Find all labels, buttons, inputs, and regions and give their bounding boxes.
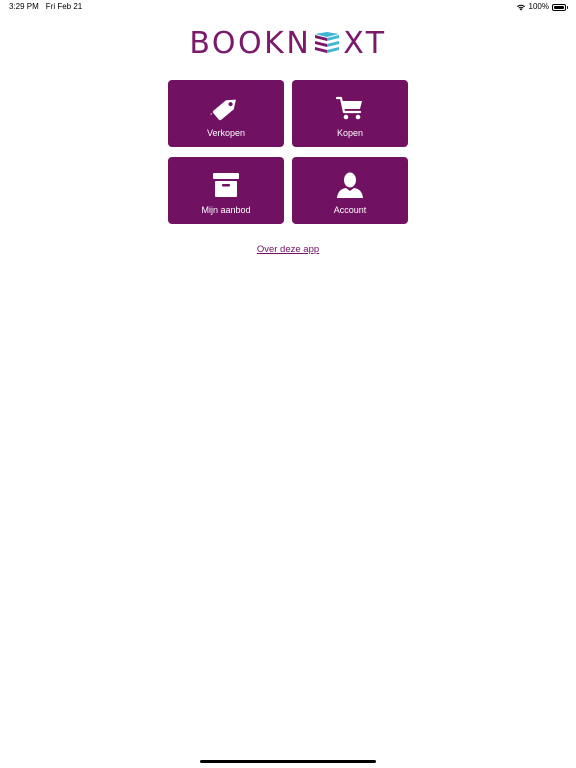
- status-right: 100%: [516, 0, 568, 14]
- home-indicator[interactable]: [200, 760, 376, 763]
- logo-text-left: BOOKN: [189, 25, 312, 61]
- battery-fill: [554, 5, 564, 9]
- logo-wordmark: BOOKN XT: [189, 26, 386, 61]
- app-screen: 3:29 PM Fri Feb 21 100% BOOKN XT Verkope…: [0, 0, 576, 768]
- status-time: 3:29 PM: [9, 2, 39, 11]
- tile-label-buy: Kopen: [336, 128, 364, 138]
- battery-percentage: 100%: [528, 2, 549, 11]
- booknext-logo: BOOKN XT: [0, 26, 576, 61]
- about-app-link[interactable]: Over deze app: [0, 244, 576, 255]
- account-tile-button[interactable]: Account: [292, 157, 408, 224]
- wifi-icon: [516, 3, 526, 11]
- archive-box-icon: [211, 168, 241, 202]
- status-bar: 3:29 PM Fri Feb 21 100%: [0, 0, 576, 14]
- menu-grid: Verkopen Kopen Mijn aanbod Account: [168, 80, 408, 224]
- shopping-cart-icon: [335, 91, 365, 125]
- sell-tile-button[interactable]: Verkopen: [168, 80, 284, 147]
- battery-icon: [552, 3, 568, 11]
- status-date: Fri Feb 21: [45, 2, 83, 11]
- tile-label-account: Account: [333, 205, 367, 215]
- user-icon: [335, 168, 365, 202]
- status-left: 3:29 PM Fri Feb 21: [9, 0, 82, 14]
- logo-text-right: XT: [343, 25, 387, 61]
- tile-label-sell: Verkopen: [206, 128, 246, 138]
- books-stack-icon: [313, 30, 341, 56]
- price-tag-icon: [209, 91, 243, 125]
- tile-label-my-offers: Mijn aanbod: [201, 205, 251, 215]
- my-offers-tile-button[interactable]: Mijn aanbod: [168, 157, 284, 224]
- buy-tile-button[interactable]: Kopen: [292, 80, 408, 147]
